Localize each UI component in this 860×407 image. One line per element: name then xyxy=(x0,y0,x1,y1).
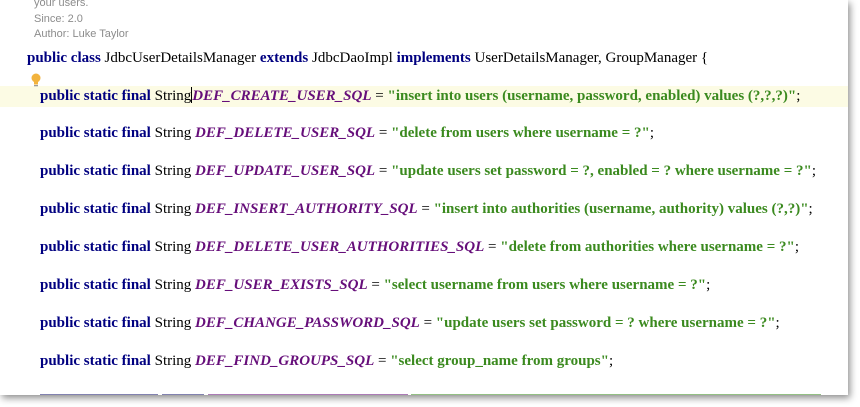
keyword-extends: extends xyxy=(259,50,309,66)
modifiers: public static final xyxy=(40,201,151,217)
modifiers: public static final xyxy=(40,353,151,369)
keyword-public: public xyxy=(27,50,68,66)
constant-name: DEF_DELETE_USER_AUTHORITIES_SQL xyxy=(195,239,485,255)
type-name: String xyxy=(154,125,192,141)
field-declaration-row[interactable]: public static final String DEF_FIND_GROU… xyxy=(40,353,613,370)
field-declaration-row[interactable]: public static final String DEF_UPDATE_US… xyxy=(40,163,816,180)
constant-name: DEF_FIND_GROUPS_SQL xyxy=(195,353,375,369)
clipped-text xyxy=(207,394,408,395)
field-declaration-row[interactable]: public static final String DEF_CHANGE_PA… xyxy=(40,315,780,332)
javadoc-author: Author: Luke Taylor xyxy=(34,28,129,40)
clipped-text xyxy=(161,394,204,395)
field-declaration-row[interactable]: public static final String DEF_USER_EXIS… xyxy=(40,277,710,294)
constant-name: DEF_INSERT_AUTHORITY_SQL xyxy=(195,201,418,217)
constant-name: DEF_CHANGE_PASSWORD_SQL xyxy=(195,315,420,331)
modifiers: public static final xyxy=(40,163,151,179)
interface-list: UserDetailsManager, GroupManager { xyxy=(474,50,709,66)
type-name: String xyxy=(154,315,192,331)
string-literal: "select group_name from groups" xyxy=(390,353,609,369)
field-declaration-row[interactable]: public static final String DEF_DELETE_US… xyxy=(40,239,799,256)
modifiers: public static final xyxy=(40,125,151,141)
type-name: String xyxy=(154,88,192,104)
javadoc-comment: your users. Since: 2.0 Author: Luke Tayl… xyxy=(34,0,129,43)
string-literal: "insert into authorities (username, auth… xyxy=(433,201,809,217)
lightbulb-icon[interactable] xyxy=(29,72,43,88)
modifiers: public static final xyxy=(40,277,151,293)
clipped-code-row xyxy=(40,388,822,395)
clipped-text xyxy=(40,394,158,395)
field-declaration-row[interactable]: public static final StringDEF_CREATE_USE… xyxy=(40,87,800,105)
javadoc-text: your users. xyxy=(34,0,89,9)
string-literal: "update users set password = ? where use… xyxy=(435,315,776,331)
field-declaration-row[interactable]: public static final String DEF_INSERT_AU… xyxy=(40,201,813,218)
class-declaration: public class JdbcUserDetailsManager exte… xyxy=(27,50,708,67)
string-literal: "update users set password = ?, enabled … xyxy=(391,163,812,179)
class-name: JdbcUserDetailsManager xyxy=(104,50,257,66)
type-name: String xyxy=(154,201,192,217)
type-name: String xyxy=(154,239,192,255)
superclass-name: JdbcDaoImpl xyxy=(312,50,393,66)
keyword-class: class xyxy=(70,50,101,66)
type-name: String xyxy=(154,277,192,293)
type-name: String xyxy=(154,163,192,179)
type-name: String xyxy=(154,353,192,369)
constant-name: DEF_USER_EXISTS_SQL xyxy=(195,277,368,293)
field-declaration-row[interactable]: public static final String DEF_DELETE_US… xyxy=(40,125,654,142)
code-editor[interactable]: your users. Since: 2.0 Author: Luke Tayl… xyxy=(0,0,848,395)
modifiers: public static final xyxy=(40,239,151,255)
string-literal: "delete from authorities where username … xyxy=(500,239,795,255)
modifiers: public static final xyxy=(40,315,151,331)
constant-name: DEF_UPDATE_USER_SQL xyxy=(195,163,376,179)
keyword-implements: implements xyxy=(396,50,471,66)
string-literal: "select username from users where userna… xyxy=(383,277,707,293)
constant-name: DEF_DELETE_USER_SQL xyxy=(195,125,376,141)
modifiers: public static final xyxy=(40,88,151,104)
javadoc-since: Since: 2.0 xyxy=(34,12,83,25)
string-literal: "insert into users (username, password, … xyxy=(387,88,797,104)
string-literal: "delete from users where username = ?" xyxy=(391,125,650,141)
constant-name: DEF_CREATE_USER_SQL xyxy=(192,88,372,104)
clipped-text xyxy=(411,394,822,395)
